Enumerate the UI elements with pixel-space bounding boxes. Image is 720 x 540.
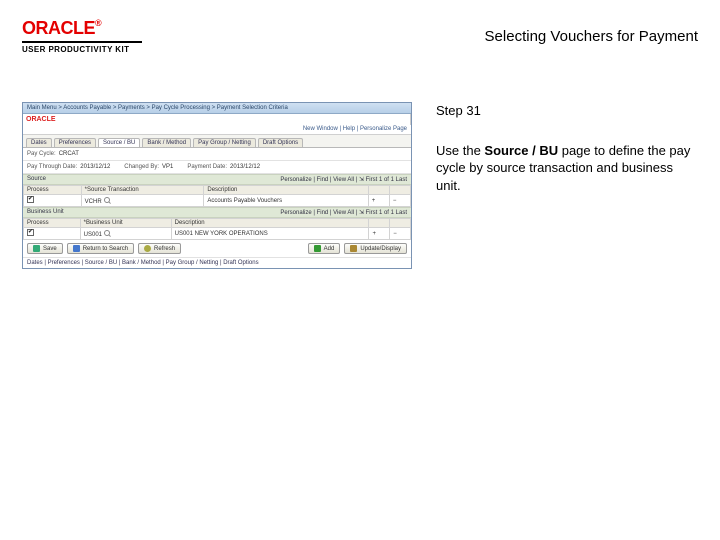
table-header-row: Process *Business Unit Description [24,219,411,228]
payment-date-label: Payment Date: [187,164,227,170]
process-checkbox[interactable] [27,229,34,236]
col-del [390,219,411,228]
product-line: USER PRODUCTIVITY KIT [22,45,142,54]
pay-through-value: 2013/12/12 [80,164,110,170]
changed-by-label: Changed By: [124,164,159,170]
bu-value[interactable]: US001 [84,232,102,238]
save-icon [33,245,40,252]
app-brand: ORACLE [23,114,411,125]
instruction-pre: Use the [436,143,484,158]
table-row: VCHR Accounts Payable Vouchers + − [24,195,411,207]
source-txn-value[interactable]: VCHR [85,199,102,205]
col-add [368,186,389,195]
criteria-fields: Pay Cycle:CRCAT [23,148,411,161]
breadcrumb: Main Menu > Accounts Payable > Payments … [27,105,288,111]
oracle-logo: ORACLE® [22,18,142,39]
instruction-panel: Step 31 Use the Source / BU page to defi… [436,102,698,269]
row-add-button[interactable]: + [368,195,389,207]
changed-by-value: VP1 [162,164,173,170]
app-breadcrumb-bar: Main Menu > Accounts Payable > Payments … [23,103,411,114]
logo-divider [22,41,142,43]
pay-through-label: Pay Through Date: [27,164,77,170]
instruction-text: Use the Source / BU page to define the p… [436,142,698,195]
row-delete-button[interactable]: − [389,195,410,207]
update-label: Update/Display [360,246,401,252]
criteria-fields-2: Pay Through Date:2013/12/12 Changed By:V… [23,161,411,174]
col-add [369,219,390,228]
step-label: Step 31 [436,102,698,120]
add-label: Add [324,246,335,252]
update-icon [350,245,357,252]
col-process: Process [24,186,82,195]
pay-cycle-value: CRCAT [59,151,79,157]
tab-source-bu[interactable]: Source / BU [98,138,140,147]
col-description: Description [171,219,369,228]
col-description: Description [204,186,368,195]
col-process: Process [24,219,81,228]
return-icon [73,245,80,252]
toolbar: Save Return to Search Refresh Add Update… [23,240,411,257]
oracle-wordmark: ORACLE [22,18,95,38]
tab-bar: Dates Preferences Source / BU Bank / Met… [23,135,411,148]
bu-grid: Process *Business Unit Description US001… [23,218,411,240]
save-button[interactable]: Save [27,243,63,254]
save-label: Save [43,246,57,252]
bu-desc: US001 NEW YORK OPERATIONS [171,228,369,240]
tab-dates[interactable]: Dates [26,138,52,147]
update-display-button[interactable]: Update/Display [344,243,407,254]
registered-mark: ® [95,18,101,28]
add-button[interactable]: Add [308,243,341,254]
row-add-button[interactable]: + [369,228,390,240]
app-screenshot: Main Menu > Accounts Payable > Payments … [22,102,412,269]
refresh-button[interactable]: Refresh [138,243,181,254]
process-checkbox[interactable] [27,196,34,203]
payment-date-value: 2013/12/12 [230,164,260,170]
footer-tab-links: Dates | Preferences | Source / BU | Bank… [23,257,411,268]
col-source-txn: *Source Transaction [81,186,204,195]
tab-pay-group-netting[interactable]: Pay Group / Netting [193,138,256,147]
bu-section-header: Business Unit Personalize | Find | View … [23,207,411,218]
brand-block: ORACLE® USER PRODUCTIVITY KIT [22,18,142,54]
lookup-icon[interactable] [104,230,110,236]
refresh-icon [144,245,151,252]
tab-preferences[interactable]: Preferences [54,138,96,147]
source-desc: Accounts Payable Vouchers [204,195,368,207]
page-title: Selecting Vouchers for Payment [485,28,698,45]
instruction-bold: Source / BU [484,143,558,158]
bu-section-title: Business Unit [27,209,64,216]
lookup-icon[interactable] [104,197,110,203]
add-icon [314,245,321,252]
app-window-links: New Window | Help | Personalize Page [23,125,411,135]
row-delete-button[interactable]: − [390,228,411,240]
source-section-title: Source [27,176,46,183]
return-label: Return to Search [83,246,128,252]
tab-bank-method[interactable]: Bank / Method [142,138,191,147]
table-header-row: Process *Source Transaction Description [24,186,411,195]
table-row: US001 US001 NEW YORK OPERATIONS + − [24,228,411,240]
source-section-header: Source Personalize | Find | View All | ⇲… [23,174,411,185]
col-del [389,186,410,195]
return-to-search-button[interactable]: Return to Search [67,243,134,254]
col-business-unit: *Business Unit [80,219,171,228]
pay-cycle-label: Pay Cycle: [27,151,56,157]
bu-section-nav: Personalize | Find | View All | ⇲ First … [280,209,407,216]
source-grid: Process *Source Transaction Description … [23,185,411,207]
refresh-label: Refresh [154,246,175,252]
source-section-nav: Personalize | Find | View All | ⇲ First … [280,176,407,183]
tab-draft-options[interactable]: Draft Options [258,138,303,147]
